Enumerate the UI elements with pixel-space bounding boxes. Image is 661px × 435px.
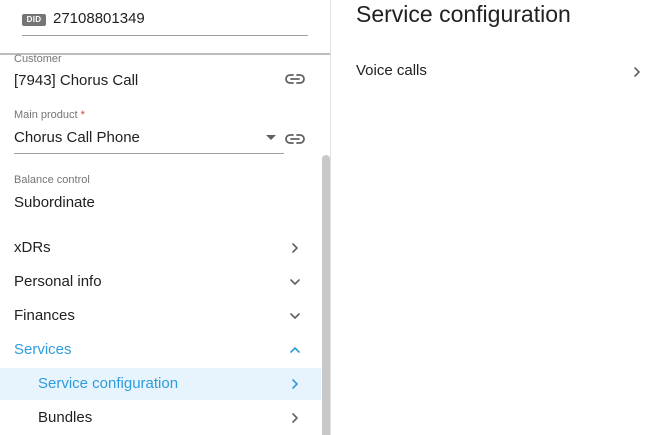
nav-item-personal-info[interactable]: Personal info bbox=[0, 266, 321, 298]
list-item-label: Voice calls bbox=[356, 62, 427, 79]
chevron-down-icon bbox=[290, 279, 300, 285]
link-icon[interactable] bbox=[285, 132, 307, 146]
nav-item-label: Services bbox=[14, 341, 72, 358]
dropdown-caret-icon[interactable] bbox=[266, 135, 276, 140]
balance-control-label: Balance control bbox=[14, 174, 90, 186]
did-value[interactable]: 27108801349 bbox=[53, 10, 145, 27]
nav-item-label: xDRs bbox=[14, 239, 51, 256]
list-item-voice-calls[interactable]: Voice calls bbox=[332, 56, 661, 88]
nav-subitem-label: Service configuration bbox=[38, 375, 179, 392]
nav-item-label: Personal info bbox=[14, 273, 102, 290]
customer-label: Customer bbox=[14, 53, 62, 65]
nav-item-xdrs[interactable]: xDRs bbox=[0, 232, 321, 264]
did-field[interactable]: DID 27108801349 bbox=[22, 9, 308, 36]
balance-control-value: Subordinate bbox=[14, 194, 95, 211]
chevron-right-icon bbox=[292, 413, 298, 423]
chevron-right-icon bbox=[292, 379, 298, 389]
main-product-select[interactable]: Chorus Call Phone bbox=[14, 129, 140, 146]
did-badge: DID bbox=[22, 14, 46, 26]
chevron-down-icon bbox=[290, 313, 300, 319]
nav-item-services[interactable]: Services bbox=[0, 334, 321, 366]
sidebar-panel: DID 27108801349 Customer [7943] Chorus C… bbox=[0, 0, 331, 435]
chevron-right-icon bbox=[292, 243, 298, 253]
main-product-label-text: Main product bbox=[14, 109, 78, 121]
main-product-label: Main product * bbox=[14, 109, 85, 121]
nav-subitem-bundles[interactable]: Bundles bbox=[0, 402, 321, 434]
select-underline bbox=[14, 153, 284, 154]
required-marker: * bbox=[80, 109, 85, 121]
main-panel: Service configuration Voice calls bbox=[332, 0, 661, 435]
chevron-up-icon bbox=[290, 347, 300, 353]
nav-subitem-label: Bundles bbox=[38, 409, 93, 426]
nav-item-label: Finances bbox=[14, 307, 75, 324]
link-icon[interactable] bbox=[285, 72, 307, 86]
nav-subitem-service-configuration[interactable]: Service configuration bbox=[0, 368, 321, 400]
chevron-right-icon bbox=[634, 67, 640, 77]
customer-value: [7943] Chorus Call bbox=[14, 72, 139, 89]
page-title: Service configuration bbox=[356, 1, 571, 27]
nav-item-finances[interactable]: Finances bbox=[0, 300, 321, 332]
sidebar-scrollbar[interactable] bbox=[322, 155, 330, 435]
